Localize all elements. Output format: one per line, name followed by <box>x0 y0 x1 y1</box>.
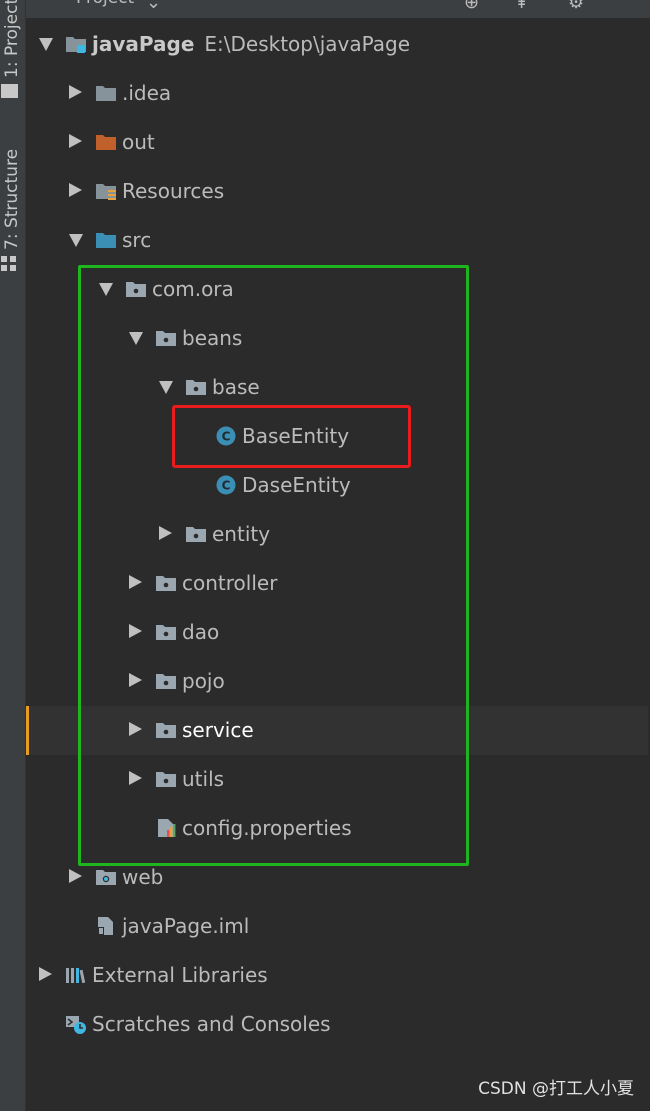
tree-node-label: src <box>122 228 152 252</box>
structure-tab-icon[interactable] <box>1 256 18 273</box>
tree-node-resources[interactable]: Resources <box>26 167 648 216</box>
chevron-right-icon[interactable] <box>69 183 82 197</box>
watermark: CSDN @打工人小夏 <box>478 1079 634 1099</box>
tree-node-label: web <box>122 865 164 889</box>
tree-node-javapage-iml[interactable]: javaPage.iml <box>26 902 648 951</box>
tree-node-src[interactable]: src <box>26 216 648 265</box>
highlight-box-green <box>78 265 469 866</box>
chevron-right-icon[interactable] <box>69 134 82 148</box>
tree-node-out[interactable]: out <box>26 118 648 167</box>
libraries-icon <box>65 965 87 989</box>
project-tab-icon[interactable] <box>1 84 18 98</box>
locate-target-icon[interactable]: ⊕ <box>464 0 479 13</box>
chevron-right-icon[interactable] <box>69 869 82 883</box>
tree-node-scratches-and-consoles[interactable]: Scratches and Consoles <box>26 1000 648 1049</box>
tree-node-label: out <box>122 130 155 154</box>
highlight-box-red <box>172 405 411 468</box>
toolwindow-title[interactable]: Project <box>76 0 134 8</box>
chevron-right-icon[interactable] <box>39 967 52 981</box>
tree-node-label: External Libraries <box>92 963 268 987</box>
tree-node-label: .idea <box>122 81 172 105</box>
iml-file-icon <box>95 916 117 940</box>
module-folder-icon <box>65 34 87 58</box>
chevron-down-icon[interactable] <box>69 234 83 247</box>
collapse-all-icon[interactable]: ⇞ <box>514 0 529 13</box>
tree-node-label: Scratches and Consoles <box>92 1012 331 1036</box>
tree-node-label: javaPage E:\Desktop\javaPage <box>92 32 411 56</box>
scratches-icon <box>65 1014 87 1038</box>
excluded-folder-icon <box>95 132 117 156</box>
tree-node-label: Resources <box>122 179 225 203</box>
resources-folder-icon <box>95 181 117 205</box>
tree-node-external-libraries[interactable]: External Libraries <box>26 951 648 1000</box>
tree-node-idea[interactable]: .idea <box>26 69 648 118</box>
project-side-tab[interactable]: 1: Project <box>2 0 22 78</box>
chevron-down-icon[interactable]: ⌄ <box>146 0 161 13</box>
tool-window-stripe: 1: Project 7: Structure <box>0 0 26 1111</box>
chevron-down-icon[interactable] <box>39 38 53 51</box>
structure-side-tab[interactable]: 7: Structure <box>2 149 22 250</box>
tree-node-label: javaPage.iml <box>122 914 250 938</box>
module-path: E:\Desktop\javaPage <box>204 32 411 56</box>
folder-icon <box>95 83 117 107</box>
gear-icon[interactable]: ⚙ <box>568 0 584 13</box>
tree-node-javapage[interactable]: javaPage E:\Desktop\javaPage <box>26 20 648 69</box>
chevron-right-icon[interactable] <box>69 85 82 99</box>
web-folder-icon <box>95 867 117 891</box>
project-toolwindow-header: Project ⌄ ⊕ ⇞ ⚙ <box>26 0 650 18</box>
source-folder-icon <box>95 230 117 254</box>
